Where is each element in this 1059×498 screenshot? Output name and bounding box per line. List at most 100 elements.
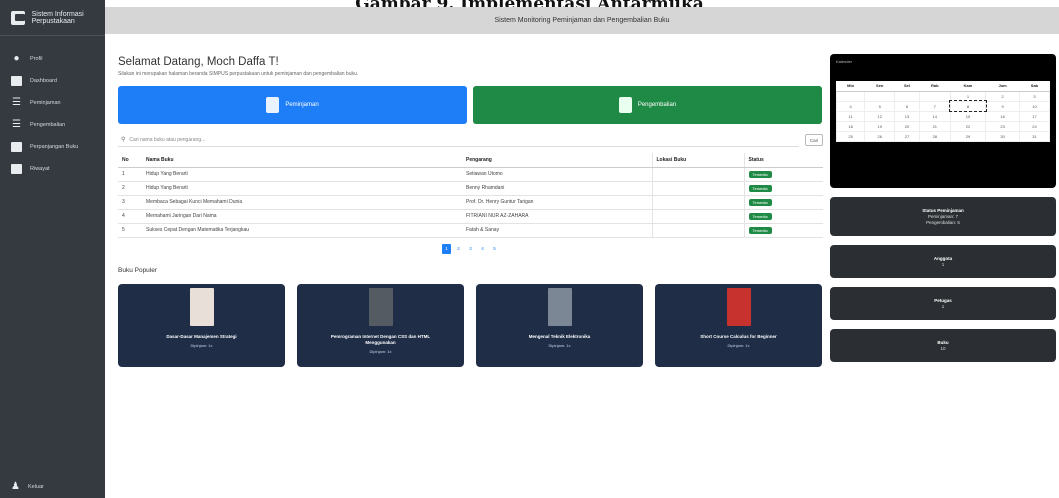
cell-lokasi (651, 223, 744, 238)
brand[interactable]: Sistem Informasi Perpustakaan (0, 0, 105, 36)
calendar-day[interactable]: 26 (864, 130, 896, 142)
status-badge: Tersedia (748, 226, 772, 234)
calendar-subtitle (836, 68, 1050, 77)
calendar-day[interactable]: 8 (949, 100, 987, 112)
search-bar: ⚲ Cari nama buku atau pengarang... Cari (118, 133, 823, 147)
book-cover-image (368, 287, 393, 326)
calendar-day[interactable]: 30 (985, 130, 1020, 142)
col-nama-buku: Nama Buku (142, 153, 462, 168)
action-buttons: Peminjaman Pengembalian (118, 86, 823, 124)
calendar-day[interactable]: 25 (835, 130, 866, 142)
calendar-day[interactable]: 10 (1018, 100, 1051, 112)
table-row[interactable]: 1 Hidup Yang Berarti Setiawan Utomo Tersedi… (118, 167, 823, 182)
calendar-weekday: Jum (985, 81, 1020, 92)
search-button[interactable]: Cari (805, 134, 823, 146)
sidebar: Sistem Informasi Perpustakaan ● Profil Da… (0, 0, 105, 498)
search-input[interactable]: ⚲ Cari nama buku atau pengarang... (118, 133, 799, 147)
page-link[interactable]: 2 (454, 244, 463, 254)
book-title: Pemrograman Internet Dengan CSS dan HTML… (330, 333, 431, 345)
book-card[interactable]: Mengenal Teknik Elektronika Dipinjam: 1x (476, 283, 643, 367)
calendar-day[interactable]: 22 (949, 120, 987, 132)
welcome-subtitle: Silakan ini merupakan halaman beranda SI… (118, 71, 359, 77)
cell-no: 1 (118, 167, 142, 182)
sidebar-item-riwayat[interactable]: Riwayat (0, 158, 105, 180)
calendar-week: 123 (835, 90, 1051, 102)
cell-lokasi (651, 181, 744, 196)
book-card[interactable]: Pemrograman Internet Dengan CSS dan HTML… (297, 283, 464, 367)
calendar-day[interactable]: 20 (894, 120, 920, 132)
calendar-day[interactable]: 2 (985, 90, 1020, 102)
page-link[interactable]: 4 (478, 244, 487, 254)
calendar-weekday: Rab (919, 81, 951, 92)
status-badge: Tersedia (748, 170, 772, 178)
calendar-day[interactable]: 14 (918, 110, 951, 122)
calendar-weekday: Sen (864, 81, 895, 92)
cell-status: Tersedia (743, 181, 823, 196)
status-badge: Tersedia (748, 212, 772, 220)
status-badge: Tersedia (748, 198, 772, 206)
calendar-week: 25 26 27 28 29 30 31 (835, 130, 1051, 142)
table-row[interactable]: 2 Hidup Yang Berarti Benny Rhamdani Tersedi… (118, 181, 823, 196)
calendar-day[interactable] (864, 90, 896, 102)
cell-no: 2 (118, 181, 142, 196)
book-borrow-count: Dipinjam: 1x (369, 348, 392, 354)
book-card[interactable]: Dasar-Dasar Manajemen Strategi Dipinjam: … (118, 283, 285, 367)
sidebar-item-dashboard[interactable]: Dashboard (0, 70, 105, 92)
table-row[interactable]: 4 Memahami Jaringan Dari Nama FITRIANI NUR… (118, 209, 823, 224)
calendar-day[interactable]: 7 (918, 100, 951, 112)
calendar-day[interactable]: 12 (864, 110, 896, 122)
sidebar-item-peminjaman[interactable]: ☰ Peminjaman (0, 92, 105, 114)
logout-button[interactable]: ♟ Keluar (11, 481, 44, 492)
cell-no: 5 (118, 223, 142, 238)
page-link[interactable]: 5 (490, 244, 499, 254)
table-row[interactable]: 5 Sukses Cepat Dengan Matematika Terjangk… (118, 223, 823, 238)
pagination: 12345 (118, 243, 823, 254)
calendar-day[interactable]: 24 (1018, 120, 1051, 132)
list-icon: ☰ (12, 119, 21, 130)
calendar-weekday: Sel (894, 81, 920, 92)
calendar-day[interactable]: 15 (949, 110, 987, 122)
calendar-day[interactable]: 27 (894, 130, 920, 142)
sidebar-nav: ● Profil Dashboard ☰ Peminjaman ☰ Pengembal… (0, 36, 105, 180)
calendar-day[interactable]: 31 (1018, 130, 1051, 142)
col-lokasi: Lokasi Buku (651, 153, 744, 168)
cell-nama-buku: Memahami Jaringan Dari Nama (142, 209, 462, 224)
status-badge: Tersedia (748, 184, 772, 192)
pengembalian-button[interactable]: Pengembalian (473, 86, 822, 124)
page-link[interactable]: 3 (466, 244, 475, 254)
peminjaman-button[interactable]: Peminjaman (118, 86, 467, 124)
calendar-day[interactable] (894, 90, 920, 102)
calendar-day[interactable]: 23 (985, 120, 1020, 132)
cell-no: 4 (118, 209, 142, 224)
calendar-day[interactable]: 4 (835, 100, 866, 112)
sidebar-item-profil[interactable]: ● Profil (0, 48, 105, 70)
book-card[interactable]: Short Course Calculus for Beginner Dipinj… (655, 283, 822, 367)
cell-nama-buku: Sukses Cepat Dengan Matematika Terjangka… (142, 223, 462, 238)
table-row[interactable]: 3 Membaca Sebagai Kunci Memahami Dunia Pro… (118, 195, 823, 210)
calendar-day[interactable]: 3 (1018, 90, 1051, 102)
calendar-day[interactable]: 16 (985, 110, 1020, 122)
sidebar-item-perpanjangan[interactable]: Perpanjangan Buku (0, 136, 105, 158)
calendar-day[interactable]: 13 (894, 110, 920, 122)
calendar-day[interactable]: 11 (835, 110, 866, 122)
calendar-day[interactable]: 29 (949, 130, 987, 142)
page-link[interactable]: 1 (442, 243, 451, 254)
cell-status: Tersedia (743, 195, 823, 210)
calendar-day[interactable]: 18 (835, 120, 866, 132)
sidebar-item-pengembalian[interactable]: ☰ Pengembalian (0, 114, 105, 136)
topbar: Sistem Monitoring Peminjaman dan Pengemb… (105, 7, 1059, 34)
calendar-day[interactable]: 1 (949, 90, 987, 102)
cell-status: Tersedia (743, 209, 823, 224)
calendar-day[interactable] (918, 90, 951, 102)
calendar-day[interactable]: 6 (894, 100, 920, 112)
calendar-day[interactable]: 21 (918, 120, 951, 132)
calendar-day[interactable] (835, 90, 866, 102)
calendar-day[interactable]: 17 (1018, 110, 1051, 122)
calendar-day[interactable]: 28 (918, 130, 951, 142)
calendar-weekdays: Min Sen Sel Rab Kam Jum Sab (836, 81, 1050, 92)
book-cover-image (189, 287, 214, 326)
calendar-day[interactable]: 9 (985, 100, 1020, 112)
calendar-week: 11 12 13 14 15 16 17 (835, 110, 1051, 122)
calendar-day[interactable]: 19 (864, 120, 896, 132)
calendar-day[interactable]: 5 (864, 100, 896, 112)
